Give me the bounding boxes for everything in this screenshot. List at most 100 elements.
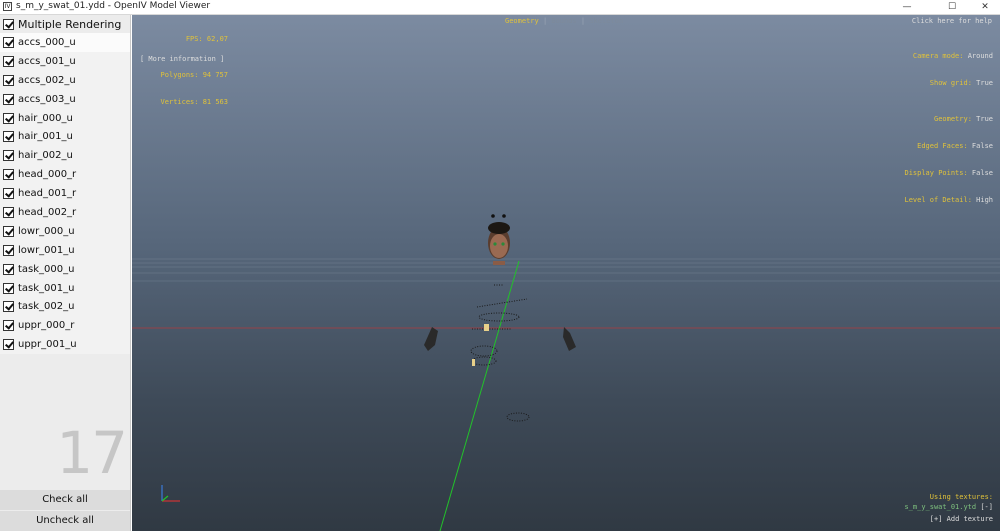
list-item[interactable]: task_002_u — [0, 297, 130, 317]
view-tabs: Geometry | Bounds | Skeleton — [505, 17, 623, 25]
list-item[interactable]: uppr_001_u — [0, 335, 130, 355]
list-item-label: accs_002_u — [18, 74, 76, 86]
model-hands — [424, 327, 576, 351]
add-texture-button[interactable]: [+] Add texture — [930, 515, 993, 523]
list-item-label: hair_000_u — [18, 112, 73, 124]
list-item[interactable]: head_001_r — [0, 184, 130, 204]
geometry-value: True — [976, 115, 993, 123]
list-item[interactable]: lowr_001_u — [0, 240, 130, 260]
maximize-button[interactable]: ☐ — [937, 0, 967, 14]
list-item-label: hair_002_u — [18, 150, 73, 162]
list-item[interactable]: accs_001_u — [0, 51, 130, 71]
close-button[interactable]: ✕ — [970, 0, 1000, 14]
checkbox-icon[interactable] — [3, 282, 14, 294]
list-item[interactable]: hair_001_u — [0, 127, 130, 147]
axis-gizmo-icon — [161, 485, 180, 502]
checkbox-icon[interactable] — [3, 320, 14, 332]
checkbox-icon[interactable] — [3, 263, 14, 275]
list-item[interactable]: task_001_u — [0, 278, 130, 298]
textures-title: Using textures: — [929, 493, 993, 501]
list-item-label: task_002_u — [18, 301, 75, 313]
list-item[interactable]: head_002_r — [0, 203, 130, 222]
list-item-label: accs_001_u — [18, 55, 76, 67]
model-head — [488, 214, 510, 265]
checkbox-icon[interactable] — [3, 301, 14, 313]
checkbox-icon[interactable] — [3, 244, 14, 256]
edged-faces-value: False — [971, 142, 993, 150]
camera-mode-label: Camera mode: — [912, 52, 964, 60]
item-count: 17 — [56, 419, 128, 487]
texture-entry[interactable]: s_m_y_swat_01.ytd [-] — [904, 503, 993, 511]
camera-mode-setting[interactable]: Camera mode: Around — [853, 52, 993, 61]
list-item-label: lowr_001_u — [18, 244, 75, 256]
display-points-setting[interactable]: Display Points: False — [853, 169, 993, 178]
uncheck-all-button[interactable]: Uncheck all — [0, 511, 130, 531]
list-item[interactable]: accs_002_u — [0, 70, 130, 90]
y-axis-line — [439, 260, 520, 531]
model-buckle — [484, 324, 489, 331]
checkbox-icon[interactable] — [3, 150, 14, 162]
tab-geometry[interactable]: Geometry — [505, 17, 539, 25]
checkbox-icon[interactable] — [3, 131, 14, 143]
help-link[interactable]: Click here for help — [912, 17, 992, 25]
stats-block: FPS: 62,07 Polygons: 94 757 Vertices: 81… — [140, 17, 228, 125]
polygons-label: Polygons: — [160, 71, 199, 79]
texture-file-name[interactable]: s_m_y_swat_01.ytd — [904, 503, 976, 511]
list-item-label: task_000_u — [18, 263, 75, 275]
list-item-label: head_002_r — [18, 206, 77, 218]
model-body-wireframe — [470, 284, 530, 422]
model-viewport[interactable]: FPS: 62,07 Polygons: 94 757 Vertices: 81… — [132, 15, 1000, 531]
fps-value: 62,07 — [206, 35, 228, 43]
show-grid-setting[interactable]: Show grid: True — [853, 79, 993, 88]
tab-skeleton[interactable]: Skeleton — [589, 17, 623, 25]
list-item-label: accs_003_u — [18, 93, 76, 105]
checkbox-icon[interactable] — [3, 55, 14, 67]
checkbox-icon[interactable] — [3, 206, 14, 218]
checkbox-icon[interactable] — [3, 112, 14, 124]
list-item[interactable]: accs_003_u — [0, 89, 130, 109]
texture-remove-toggle[interactable]: [-] — [980, 503, 993, 511]
lod-setting[interactable]: Level of Detail: High — [853, 196, 993, 205]
show-grid-value: True — [976, 79, 993, 87]
geometry-setting[interactable]: Geometry: True — [853, 115, 993, 124]
list-item[interactable]: task_000_u — [0, 259, 130, 279]
list-item[interactable]: lowr_000_u — [0, 221, 130, 241]
list-item-label: uppr_001_u — [18, 339, 77, 351]
checkbox-icon[interactable] — [3, 225, 14, 237]
list-item[interactable]: hair_002_u — [0, 146, 130, 166]
checkbox-icon[interactable] — [3, 74, 14, 86]
checkbox-icon[interactable] — [3, 188, 14, 200]
list-item[interactable]: hair_000_u — [0, 108, 130, 128]
model-item — [472, 359, 475, 366]
checkbox-icon[interactable] — [3, 93, 14, 105]
polygons-value: 94 757 — [202, 71, 228, 79]
openiv-app-icon: IV — [3, 2, 12, 11]
tab-separator: | — [542, 17, 548, 25]
list-item[interactable]: accs_000_u — [0, 33, 130, 52]
vertices-value: 81 563 — [202, 98, 228, 106]
drawable-list-panel: Multiple Rendering accs_000_u accs_001_ua… — [0, 15, 131, 531]
tab-bounds[interactable]: Bounds — [551, 17, 576, 25]
vertices-label: Vertices: — [160, 98, 199, 106]
more-information-link[interactable]: [ More information ] — [140, 55, 224, 63]
checkbox-icon[interactable] — [3, 36, 14, 48]
list-item-label: hair_001_u — [18, 131, 73, 143]
lod-label: Level of Detail: — [904, 196, 972, 204]
checkbox-icon[interactable] — [3, 169, 14, 181]
fps-label: FPS: — [185, 35, 203, 43]
checkbox-icon[interactable] — [3, 18, 14, 30]
tab-separator: | — [580, 17, 586, 25]
multiple-rendering-toggle[interactable]: Multiple Rendering — [0, 15, 130, 33]
display-points-label: Display Points: — [904, 169, 968, 177]
list-item[interactable]: uppr_000_r — [0, 316, 130, 336]
settings-block: Camera mode: Around Show grid: True Geom… — [853, 34, 993, 223]
checkbox-icon[interactable] — [3, 339, 14, 351]
list-item[interactable]: head_000_r — [0, 165, 130, 185]
list-item-label: task_001_u — [18, 282, 75, 294]
check-all-button[interactable]: Check all — [0, 490, 130, 510]
list-item-label: head_001_r — [18, 188, 77, 200]
minimize-button[interactable]: — — [892, 0, 922, 14]
multiple-rendering-label: Multiple Rendering — [18, 17, 122, 31]
edged-faces-setting[interactable]: Edged Faces: False — [853, 142, 993, 151]
list-item-label: head_000_r — [18, 169, 77, 181]
